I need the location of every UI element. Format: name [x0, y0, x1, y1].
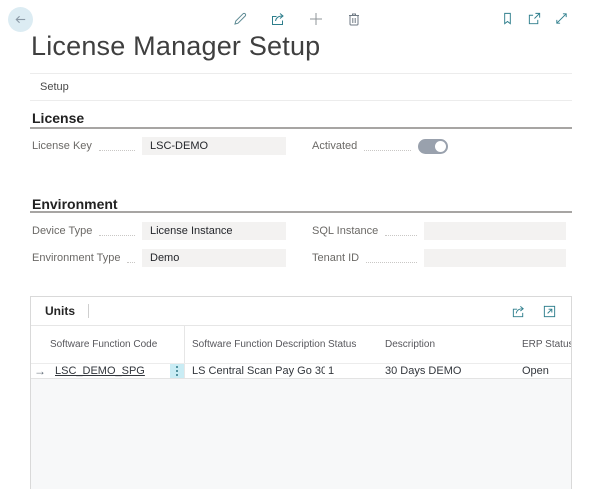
activated-label: Activated: [312, 140, 357, 152]
units-header: Units: [31, 297, 571, 326]
environment-section-rule: [30, 211, 572, 213]
open-in-window-icon[interactable]: [526, 10, 543, 27]
window-actions: [499, 10, 570, 27]
dotted-leader: [385, 235, 417, 236]
activated-field: Activated: [312, 137, 566, 155]
toggle-knob: [435, 141, 446, 152]
page-title: License Manager Setup: [31, 31, 320, 62]
license-section-heading: License: [32, 110, 84, 126]
bookmark-icon[interactable]: [499, 10, 516, 27]
table-row: → LSC_DEMO_SPG LS Central Scan Pay Go 30…: [31, 363, 571, 379]
dotted-leader: [99, 150, 135, 151]
new-icon[interactable]: [307, 10, 324, 27]
col-header-software-function-description[interactable]: Software Function Description: [185, 339, 325, 350]
software-function-code-link[interactable]: LSC_DEMO_SPG: [55, 365, 145, 377]
environment-type-input[interactable]: Demo: [142, 249, 286, 267]
cell-function-description: LS Central Scan Pay Go 30 days...: [185, 365, 325, 377]
device-type-label: Device Type: [32, 225, 92, 237]
dotted-leader: [364, 150, 411, 151]
cell-description: 30 Days DEMO: [380, 365, 520, 377]
units-open-icon[interactable]: [542, 304, 557, 319]
delete-icon[interactable]: [345, 10, 362, 27]
tenant-id-input[interactable]: [424, 249, 566, 267]
page-actions: [231, 10, 362, 27]
units-tab[interactable]: Units: [45, 304, 75, 318]
units-share-icon[interactable]: [511, 304, 526, 319]
environment-type-label: Environment Type: [32, 252, 120, 264]
col-header-description[interactable]: Description: [380, 339, 520, 350]
tenant-id-field: Tenant ID: [312, 249, 566, 267]
sql-instance-input[interactable]: [424, 222, 566, 240]
dotted-leader: [127, 262, 135, 263]
license-fields: License Key LSC-DEMO Activated: [32, 137, 566, 155]
units-column-headers: Software Function Code Software Function…: [31, 326, 571, 363]
dotted-leader: [99, 235, 135, 236]
license-section-rule: [30, 127, 572, 129]
units-header-divider: [88, 304, 89, 318]
edit-icon[interactable]: [231, 10, 248, 27]
environment-type-field: Environment Type Demo: [32, 249, 286, 267]
environment-section-heading: Environment: [32, 196, 118, 212]
device-type-field: Device Type License Instance: [32, 222, 286, 240]
activated-toggle[interactable]: [418, 139, 448, 154]
sql-instance-field: SQL Instance: [312, 222, 566, 240]
license-key-label: License Key: [32, 140, 92, 152]
col-header-status[interactable]: Status: [325, 339, 380, 350]
device-type-input[interactable]: License Instance: [142, 222, 286, 240]
expand-icon[interactable]: [553, 10, 570, 27]
menubar: Setup: [30, 73, 572, 101]
dotted-leader: [366, 262, 417, 263]
license-key-input[interactable]: LSC-DEMO: [142, 137, 286, 155]
col-header-software-function-code[interactable]: Software Function Code: [31, 326, 185, 363]
row-options-icon[interactable]: [170, 364, 184, 378]
environment-fields-row2: Environment Type Demo Tenant ID: [32, 249, 566, 267]
row-selector-arrow: →: [34, 365, 46, 377]
cell-erp-status: Open: [520, 365, 571, 377]
back-button[interactable]: [8, 7, 33, 32]
tenant-id-label: Tenant ID: [312, 252, 359, 264]
environment-fields-row1: Device Type License Instance SQL Instanc…: [32, 222, 566, 240]
back-arrow-icon: [13, 12, 28, 27]
license-key-field: License Key LSC-DEMO: [32, 137, 286, 155]
col-header-erp-status[interactable]: ERP Status: [520, 339, 571, 350]
cell-status: 1: [325, 365, 380, 377]
share-icon[interactable]: [269, 10, 286, 27]
units-card: Units Software Function Code Software Fu…: [30, 296, 572, 489]
units-empty-area: [31, 379, 571, 489]
menubar-item-setup[interactable]: Setup: [30, 81, 79, 93]
sql-instance-label: SQL Instance: [312, 225, 378, 237]
